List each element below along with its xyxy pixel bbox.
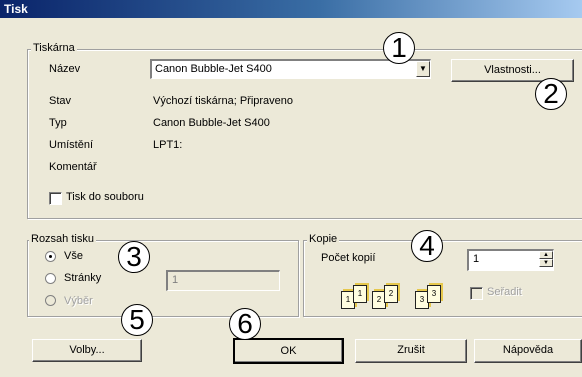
type-label: Typ — [49, 117, 67, 129]
help-button[interactable]: Nápověda — [474, 339, 582, 363]
callout-4: 4 — [411, 230, 443, 262]
printer-group-label: Tiskárna — [31, 42, 77, 54]
range-all-radio[interactable] — [45, 251, 56, 262]
printer-name-label: Název — [49, 63, 81, 75]
range-pages-label[interactable]: Stránky — [64, 272, 101, 284]
options-button-label: Volby... — [69, 344, 105, 356]
ok-button[interactable]: OK — [233, 338, 344, 364]
properties-button-label: Vlastnosti... — [484, 64, 541, 76]
copies-count-label: Počet kopií — [321, 252, 376, 264]
cancel-button[interactable]: Zrušit — [355, 339, 467, 363]
options-button[interactable]: Volby... — [32, 339, 142, 362]
copies-spinner[interactable]: ▲ ▼ — [539, 251, 553, 269]
collate-checkbox[interactable] — [470, 287, 483, 300]
collate-page-icon: 3 — [427, 285, 441, 303]
ok-button-label: OK — [280, 345, 297, 357]
printer-name-value: Canon Bubble-Jet S400 — [155, 63, 272, 75]
range-selection-label[interactable]: Výběr — [64, 295, 93, 307]
window-title: Tisk — [0, 0, 582, 18]
range-all-label[interactable]: Vše — [64, 250, 83, 262]
spin-up-icon[interactable]: ▲ — [539, 251, 553, 259]
status-label: Stav — [49, 95, 72, 107]
print-to-file-label[interactable]: Tisk do souboru — [66, 191, 144, 203]
callout-1: 1 — [383, 32, 415, 64]
collate-page-icon: 2 — [384, 285, 398, 303]
callout-5: 5 — [121, 304, 153, 336]
chevron-down-icon[interactable]: ▼ — [416, 61, 430, 77]
collate-label[interactable]: Seřadit — [487, 286, 522, 298]
location-label: Umístění — [49, 139, 94, 151]
range-selection-radio[interactable] — [45, 295, 56, 306]
range-pages-radio[interactable] — [45, 273, 56, 284]
callout-3: 3 — [118, 241, 150, 273]
copies-count-value: 1 — [473, 253, 480, 265]
radio-selected-dot — [49, 255, 52, 258]
range-group-label: Rozsah tisku — [29, 233, 96, 245]
type-value: Canon Bubble-Jet S400 — [153, 117, 270, 129]
collate-page-icon: 1 — [353, 285, 367, 303]
comment-label: Komentář — [49, 161, 97, 173]
print-to-file-checkbox[interactable] — [49, 192, 62, 205]
cancel-button-label: Zrušit — [397, 344, 425, 356]
status-value: Výchozí tiskárna; Připraveno — [153, 95, 294, 107]
location-value: LPT1: — [153, 139, 183, 151]
callout-2: 2 — [535, 78, 567, 110]
help-button-label: Nápověda — [502, 344, 554, 356]
copies-group-label: Kopie — [307, 233, 340, 245]
callout-6: 6 — [229, 308, 261, 340]
spin-down-icon[interactable]: ▼ — [539, 259, 553, 267]
pages-input[interactable]: 1 — [166, 270, 280, 291]
copies-count-input[interactable]: 1 ▲ ▼ — [467, 249, 554, 271]
printer-name-combobox[interactable]: Canon Bubble-Jet S400 ▼ — [150, 59, 431, 79]
